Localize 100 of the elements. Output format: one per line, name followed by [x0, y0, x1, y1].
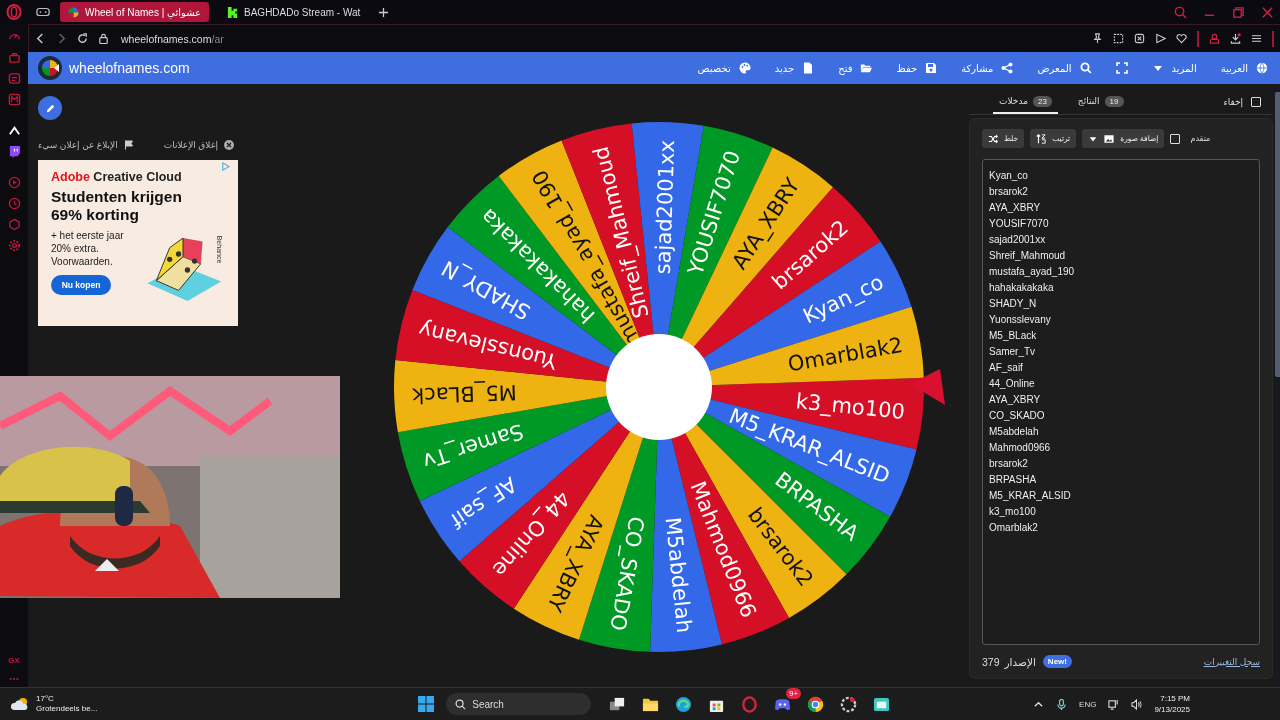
close-icon[interactable]: [1261, 5, 1274, 19]
chat-icon[interactable]: [7, 72, 21, 85]
windows-icon[interactable]: [418, 696, 435, 712]
flag-icon: [123, 140, 134, 150]
ad-title: Adobe Creative Cloud: [51, 170, 183, 184]
search-icon: [1079, 62, 1092, 74]
snapshot-icon[interactable]: [1113, 33, 1124, 44]
search-icon[interactable]: [1174, 5, 1187, 19]
search-field[interactable]: Search: [446, 693, 592, 715]
ring-icon[interactable]: [741, 695, 759, 713]
buy-button[interactable]: Nu kopen: [51, 275, 111, 295]
nav-button[interactable]: العربية: [1220, 62, 1268, 74]
entry-line: BRPASHA: [989, 473, 1038, 487]
entry-line: SHADY_N: [989, 297, 1038, 311]
close-icon: [223, 140, 234, 150]
logo-icon[interactable]: [38, 56, 62, 80]
share-icon: [1001, 62, 1014, 74]
nav-button[interactable]: المزيد: [1151, 62, 1197, 74]
send-icon[interactable]: [1155, 33, 1166, 44]
entries-field[interactable]: [982, 159, 1260, 645]
letter-m-icon[interactable]: [7, 93, 21, 106]
sort-icon: [1036, 133, 1047, 144]
wheel-pointer: [910, 369, 945, 405]
entry-line: Shreif_Mahmoud: [989, 249, 1067, 263]
nav-button[interactable]: [1115, 62, 1128, 74]
microphone-icon[interactable]: [1056, 698, 1068, 710]
squares-icon[interactable]: [609, 695, 627, 713]
shield-icon[interactable]: [1134, 33, 1145, 44]
back-icon[interactable]: [35, 33, 46, 44]
browser-tab[interactable]: BAGHDADo Stream - Wat: [219, 2, 369, 22]
lock-icon: [98, 33, 109, 44]
entry-line: hahakakakaka: [989, 281, 1055, 295]
circle-icon[interactable]: [807, 695, 825, 713]
wheel-label: CO_SKADO: [605, 514, 649, 633]
restore-icon[interactable]: [1232, 5, 1245, 19]
network-icon[interactable]: [1108, 698, 1120, 710]
advanced-checkbox[interactable]: [1170, 133, 1181, 144]
nav-button[interactable]: تخصيص: [697, 62, 751, 74]
clock-time[interactable]: 7:15 PM: [1160, 693, 1190, 704]
image-icon: [1104, 133, 1115, 144]
swirl-icon[interactable]: [675, 695, 693, 713]
changelog-link[interactable]: سجل التغييرات: [1203, 656, 1260, 667]
nav-button[interactable]: جديد: [774, 62, 815, 74]
weather-text: Grotendeels be...: [36, 704, 98, 714]
twitch-icon[interactable]: [7, 145, 21, 158]
play-icon[interactable]: [7, 176, 21, 189]
version-number: 379: [982, 655, 1000, 668]
wheel-label: Omarblak2: [786, 333, 905, 377]
plus-icon[interactable]: [378, 6, 390, 18]
forward-icon[interactable]: [56, 33, 67, 44]
nav-button[interactable]: حفظ: [896, 62, 938, 74]
entry-line: M5_KRAR_ALSID: [989, 489, 1072, 503]
menu-icon[interactable]: [1251, 33, 1262, 44]
pin-icon[interactable]: [1092, 33, 1103, 44]
version-label: الإصدار: [1004, 655, 1036, 668]
wheel-label: M5_BLack: [411, 379, 518, 408]
clock-icon[interactable]: [7, 197, 21, 210]
entry-line: AYA_XBRY: [989, 201, 1042, 215]
entry-line: Kyan_co: [989, 169, 1029, 183]
opera-icon[interactable]: [6, 4, 22, 20]
entry-line: brsarok2: [989, 185, 1029, 199]
gear-icon[interactable]: [840, 695, 858, 713]
notification-badge: 9+: [786, 687, 802, 699]
entry-line: CO_SKADO: [989, 409, 1046, 423]
speaker-icon[interactable]: [1131, 698, 1143, 710]
save-icon: [925, 62, 938, 74]
entry-line: M5_BLack: [989, 329, 1038, 343]
cube-icon[interactable]: [7, 218, 21, 231]
report-ad-link[interactable]: الإبلاغ عن إعلان سيء: [38, 140, 134, 150]
edit-button[interactable]: [38, 96, 62, 120]
settings-icon[interactable]: [7, 239, 21, 252]
entry-line: AYA_XBRY: [989, 393, 1042, 407]
more-icon[interactable]: [8, 677, 20, 681]
window-icon[interactable]: [873, 695, 891, 713]
globe-icon: [1256, 62, 1268, 74]
caret-up-icon[interactable]: [7, 124, 21, 137]
hide-checkbox[interactable]: [1251, 97, 1261, 107]
wheel-label: M5abdelah: [660, 516, 697, 634]
file-icon: [802, 62, 815, 74]
folder-icon: [860, 62, 873, 74]
pencil-icon: [44, 102, 56, 114]
url-field[interactable]: wheelofnames.com/ar: [121, 32, 224, 45]
nav-button[interactable]: مشاركة: [961, 62, 1014, 74]
clock-date[interactable]: 9/13/2025: [1154, 704, 1190, 715]
profile-icon[interactable]: [1209, 33, 1220, 44]
close-ads-link[interactable]: إغلاق الإعلانات: [163, 140, 234, 150]
nav-button[interactable]: فتح: [838, 62, 873, 74]
entry-line: Samer_Tv: [989, 345, 1037, 359]
language-indicator[interactable]: ENG: [1079, 699, 1097, 709]
browser-tab[interactable]: Wheel of Names | عشوائي: [60, 2, 210, 22]
entry-line: M5abdelah: [989, 425, 1040, 439]
controller-icon[interactable]: [36, 6, 50, 18]
nav-button[interactable]: المعرض: [1037, 62, 1092, 74]
site-name[interactable]: wheelofnames.com: [69, 60, 190, 76]
new-badge: New!: [1042, 655, 1072, 668]
cloud-icon[interactable]: [10, 696, 30, 712]
download-icon[interactable]: [1230, 33, 1241, 44]
reload-icon[interactable]: [77, 33, 88, 44]
entry-line: brsarok2: [989, 457, 1029, 471]
heart-icon[interactable]: [1176, 33, 1187, 44]
